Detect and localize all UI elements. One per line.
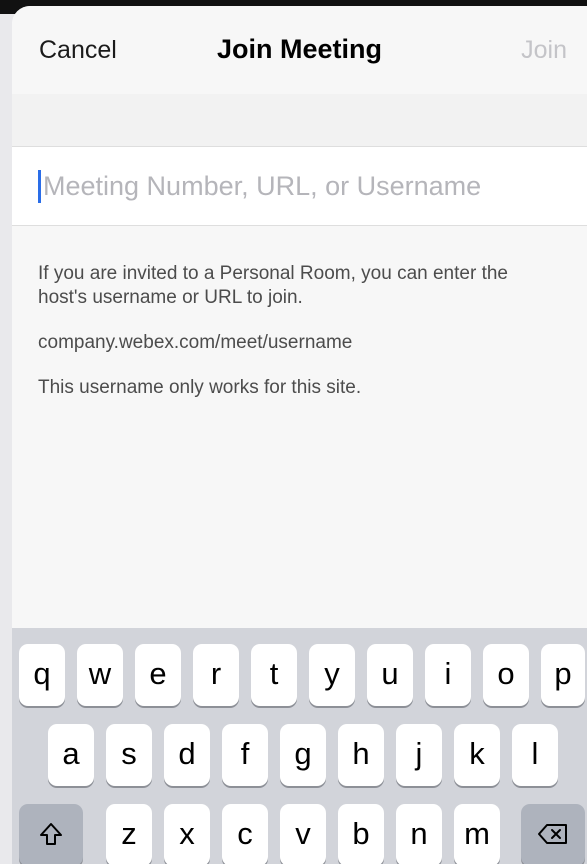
help-site-note: This username only works for this site.	[38, 377, 362, 398]
key-a[interactable]: a	[48, 724, 94, 786]
key-b[interactable]: b	[338, 804, 384, 864]
key-e[interactable]: e	[135, 644, 181, 706]
key-g[interactable]: g	[280, 724, 326, 786]
backspace-icon	[538, 824, 567, 844]
key-z[interactable]: z	[106, 804, 152, 864]
key-p[interactable]: p	[541, 644, 585, 706]
key-d[interactable]: d	[164, 724, 210, 786]
key-l[interactable]: l	[512, 724, 558, 786]
join-button[interactable]: Join	[521, 36, 567, 65]
key-m[interactable]: m	[454, 804, 500, 864]
meeting-input-row[interactable]	[12, 146, 587, 226]
key-v[interactable]: v	[280, 804, 326, 864]
keyboard: q w e r t y u i o p a s d f g h j k l z …	[12, 628, 587, 864]
key-h[interactable]: h	[338, 724, 384, 786]
key-j[interactable]: j	[396, 724, 442, 786]
key-r[interactable]: r	[193, 644, 239, 706]
delete-key[interactable]	[521, 804, 585, 864]
key-i[interactable]: i	[425, 644, 471, 706]
key-q[interactable]: q	[19, 644, 65, 706]
shift-icon	[40, 823, 62, 845]
help-text: If you are invited to a Personal Room, y…	[38, 262, 558, 421]
text-caret	[38, 170, 41, 203]
key-f[interactable]: f	[222, 724, 268, 786]
key-o[interactable]: o	[483, 644, 529, 706]
meeting-number-input[interactable]	[43, 163, 573, 209]
key-t[interactable]: t	[251, 644, 297, 706]
key-w[interactable]: w	[77, 644, 123, 706]
help-personal-room: If you are invited to a Personal Room, y…	[38, 263, 508, 308]
key-s[interactable]: s	[106, 724, 152, 786]
help-url-example: company.webex.com/meet/username	[38, 332, 353, 353]
key-k[interactable]: k	[454, 724, 500, 786]
key-y[interactable]: y	[309, 644, 355, 706]
key-c[interactable]: c	[222, 804, 268, 864]
section-spacer	[12, 94, 587, 146]
app-frame: Cancel Join Meeting Join If you are invi…	[0, 0, 587, 864]
screen: Cancel Join Meeting Join If you are invi…	[12, 6, 587, 864]
navigation-bar: Cancel Join Meeting Join	[12, 6, 587, 94]
page-title: Join Meeting	[216, 34, 382, 64]
key-x[interactable]: x	[164, 804, 210, 864]
shift-key[interactable]	[19, 804, 83, 864]
key-u[interactable]: u	[367, 644, 413, 706]
key-n[interactable]: n	[396, 804, 442, 864]
